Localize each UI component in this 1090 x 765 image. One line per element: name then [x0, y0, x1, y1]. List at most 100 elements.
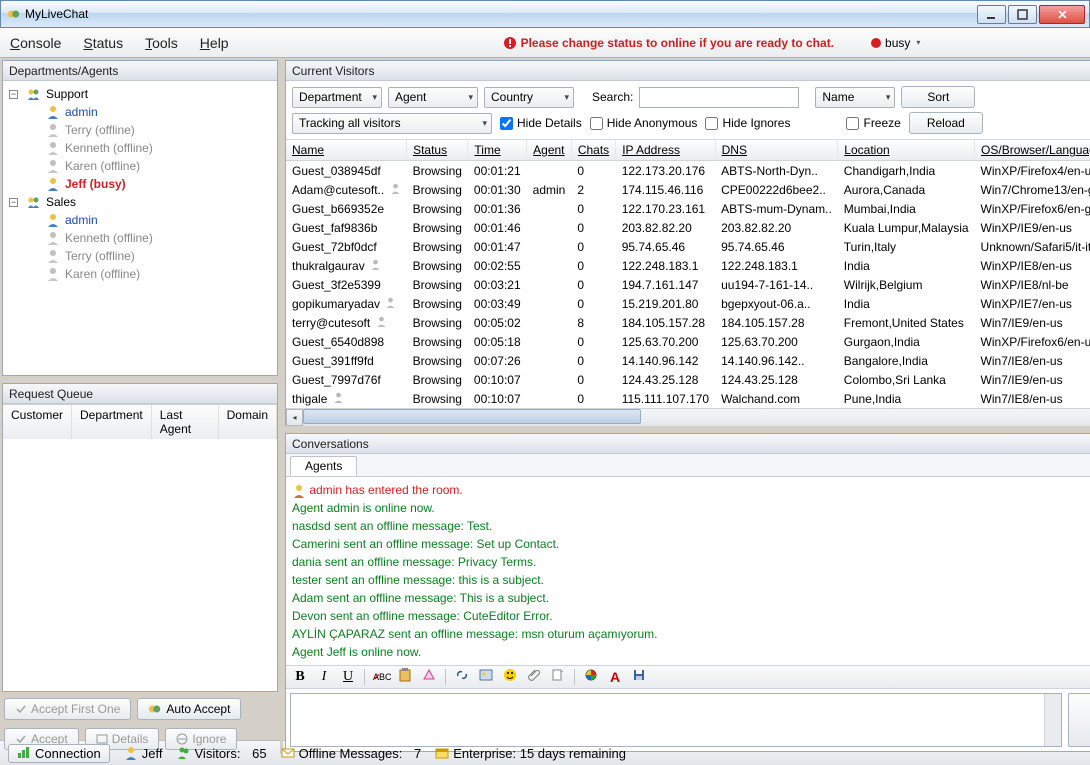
search-label: Search: — [592, 90, 633, 104]
country-dropdown[interactable]: Country — [484, 87, 574, 108]
horizontal-scrollbar[interactable]: ◂ ▸ — [286, 408, 1090, 425]
reload-button[interactable]: Reload — [909, 112, 983, 134]
clear-button[interactable] — [421, 668, 437, 687]
tree-agent[interactable]: Karen (offline) — [5, 265, 275, 283]
col-os-browser-language[interactable]: OS/Browser/Language — [975, 140, 1090, 161]
agent-dropdown[interactable]: Agent — [388, 87, 478, 108]
editor-scrollbar[interactable] — [1044, 694, 1061, 746]
visitor-row[interactable]: Guest_faf9836bBrowsing00:01:460203.82.82… — [286, 218, 1090, 237]
conversations-title: Conversations — [292, 437, 369, 451]
menu-help[interactable]: Help — [200, 35, 229, 51]
menu-console[interactable]: Console — [10, 35, 61, 51]
request-queue-title: Request Queue — [9, 387, 93, 401]
window-title: MyLiveChat — [25, 7, 977, 21]
visitor-row[interactable]: terry@cutesoft Browsing00:05:028184.105.… — [286, 313, 1090, 332]
queue-headers: CustomerDepartmentLast AgentDomain — [3, 404, 277, 439]
queue-col-domain[interactable]: Domain — [219, 405, 277, 439]
freeze-checkbox[interactable]: Freeze — [846, 116, 900, 130]
visitors-title: Current Visitors — [292, 64, 374, 78]
department-dropdown[interactable]: Department — [292, 87, 382, 108]
person-icon — [370, 262, 381, 273]
visitor-row[interactable]: Guest_72bf0dcfBrowsing00:01:47095.74.65.… — [286, 237, 1090, 256]
person-icon — [376, 319, 387, 330]
tree-agent[interactable]: Kenneth (offline) — [5, 139, 275, 157]
send-button[interactable]: Send — [1068, 693, 1090, 747]
visitor-row[interactable]: Guest_3f2e5399Browsing00:03:210194.7.161… — [286, 275, 1090, 294]
link-button[interactable] — [454, 668, 470, 687]
emoji-button[interactable] — [502, 668, 518, 687]
tab-agents[interactable]: Agents — [290, 456, 357, 476]
visitor-row[interactable]: thukralgaurav Browsing00:02:550122.248.1… — [286, 256, 1090, 275]
visitor-row[interactable]: Guest_038945dfBrowsing00:01:210122.173.2… — [286, 161, 1090, 181]
visitor-row[interactable]: thigale Browsing00:10:070115.111.107.170… — [286, 389, 1090, 408]
tree-agent[interactable]: Kenneth (offline) — [5, 229, 275, 247]
save-button[interactable] — [631, 668, 647, 687]
color-button[interactable] — [583, 668, 599, 687]
spellcheck-button[interactable]: ABC✔ — [373, 672, 389, 682]
menu-tools[interactable]: Tools — [145, 35, 178, 51]
visitor-row[interactable]: Guest_391ff9fdBrowsing00:07:26014.140.96… — [286, 351, 1090, 370]
request-queue-panel: Request Queue CustomerDepartmentLast Age… — [2, 383, 278, 692]
visitor-row[interactable]: Guest_7997d76fBrowsing00:10:070124.43.25… — [286, 370, 1090, 389]
visitor-row[interactable]: Guest_b669352eBrowsing00:01:360122.170.2… — [286, 199, 1090, 218]
close-button[interactable] — [1039, 5, 1085, 24]
accept-first-button[interactable]: Accept First One — [4, 698, 131, 720]
col-dns[interactable]: DNS — [715, 140, 838, 161]
col-location[interactable]: Location — [838, 140, 975, 161]
status-warning-text: Please change status to online if you ar… — [521, 36, 834, 50]
chevron-down-icon: ▾ — [916, 38, 920, 47]
queue-col-last-agent[interactable]: Last Agent — [152, 405, 219, 439]
agent-tree[interactable]: −SupportadminTerry (offline)Kenneth (off… — [3, 81, 277, 375]
hide-details-checkbox[interactable]: Hide Details — [500, 116, 582, 130]
col-ip-address[interactable]: IP Address — [616, 140, 715, 161]
minimize-button[interactable] — [977, 5, 1006, 24]
person-icon — [390, 186, 401, 197]
tree-agent[interactable]: Jeff (busy) — [5, 175, 275, 193]
bold-button[interactable]: B — [292, 669, 308, 685]
tree-agent[interactable]: admin — [5, 103, 275, 121]
queue-col-department[interactable]: Department — [72, 405, 152, 439]
font-color-button[interactable]: A — [607, 669, 623, 685]
col-chats[interactable]: Chats — [571, 140, 615, 161]
auto-accept-button[interactable]: Auto Accept — [137, 698, 241, 720]
connection-button[interactable]: Connection — [8, 744, 110, 763]
attach-button[interactable] — [526, 668, 542, 687]
search-input[interactable] — [639, 87, 799, 108]
send-file-button[interactable] — [550, 668, 566, 687]
tree-agent[interactable]: admin — [5, 211, 275, 229]
visitor-row[interactable]: Guest_6540d898Browsing00:05:180125.63.70… — [286, 332, 1090, 351]
tracking-dropdown[interactable]: Tracking all visitors — [292, 113, 492, 134]
tree-agent[interactable]: Terry (offline) — [5, 247, 275, 265]
departments-title: Departments/Agents — [9, 64, 118, 78]
tree-agent[interactable]: Terry (offline) — [5, 121, 275, 139]
tree-agent[interactable]: Karen (offline) — [5, 157, 275, 175]
underline-button[interactable]: U — [340, 669, 356, 685]
hide-anonymous-checkbox[interactable]: Hide Anonymous — [590, 116, 698, 130]
status-dropdown[interactable]: busy ▾ — [864, 34, 927, 52]
menu-status[interactable]: Status — [83, 35, 123, 51]
visitors-table: NameStatusTimeAgentChatsIP AddressDNSLoc… — [286, 140, 1090, 408]
maximize-button[interactable] — [1008, 5, 1037, 24]
col-name[interactable]: Name — [286, 140, 407, 161]
queue-col-customer[interactable]: Customer — [3, 405, 72, 439]
image-button[interactable] — [478, 668, 494, 687]
col-status[interactable]: Status — [407, 140, 468, 161]
message-input[interactable] — [290, 693, 1062, 747]
visitor-row[interactable]: Adam@cutesoft.. Browsing00:01:30admin217… — [286, 180, 1090, 199]
visitors-panel: Current Visitors ︽ Department Agent Coun… — [285, 60, 1090, 426]
paste-button[interactable] — [397, 668, 413, 687]
hide-ignores-checkbox[interactable]: Hide Ignores — [705, 116, 790, 130]
italic-button[interactable]: I — [316, 669, 332, 685]
col-agent[interactable]: Agent — [527, 140, 572, 161]
statusbar-offline: Offline Messages: 7 — [281, 746, 422, 761]
conversation-log: admin has entered the room.Agent admin i… — [286, 477, 1090, 665]
sort-button[interactable]: Sort — [901, 86, 975, 108]
status-value: busy — [885, 36, 910, 50]
status-busy-icon — [871, 38, 881, 48]
statusbar-user: Jeff — [124, 746, 163, 761]
person-icon — [333, 395, 344, 406]
visitor-row[interactable]: gopikumaryadav Browsing00:03:49015.219.2… — [286, 294, 1090, 313]
search-field-dropdown[interactable]: Name — [815, 87, 895, 108]
col-time[interactable]: Time — [468, 140, 527, 161]
app-icon — [7, 7, 21, 21]
